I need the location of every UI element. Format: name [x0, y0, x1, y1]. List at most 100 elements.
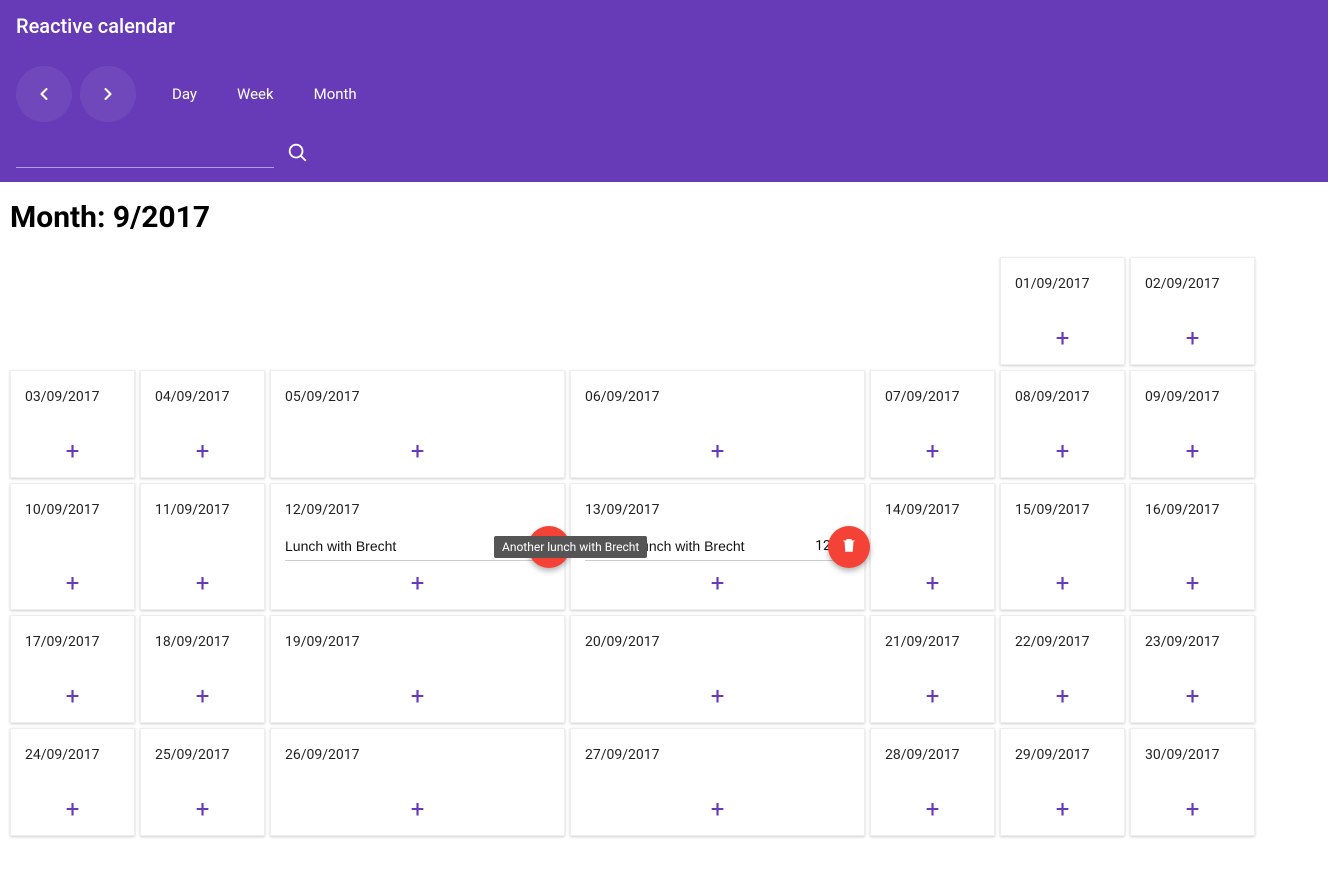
search-icon[interactable] [286, 141, 308, 167]
calendar-day-date: 12/09/2017 [285, 502, 550, 518]
plus-icon: + [926, 682, 940, 710]
calendar-day-date: 19/09/2017 [285, 634, 550, 650]
add-event-row: + [1015, 571, 1110, 595]
add-event-button[interactable]: + [1056, 684, 1070, 708]
calendar-day-cell: 14/09/2017+ [870, 483, 995, 610]
calendar-day-date: 15/09/2017 [1015, 502, 1110, 518]
add-event-row: + [1145, 326, 1240, 350]
plus-icon: + [1056, 437, 1070, 465]
plus-icon: + [411, 437, 425, 465]
add-event-button[interactable]: + [196, 684, 210, 708]
add-event-button[interactable]: + [1056, 797, 1070, 821]
add-event-button[interactable]: + [66, 571, 80, 595]
event-title-input[interactable] [285, 538, 528, 554]
calendar-day-cell: 07/09/2017+ [870, 370, 995, 478]
calendar-day-cell: 24/09/2017 + [10, 728, 135, 836]
next-button[interactable] [80, 66, 136, 122]
calendar-day-cell: 16/09/2017+ [1130, 483, 1255, 610]
add-event-button[interactable]: + [196, 797, 210, 821]
add-event-button[interactable]: + [411, 571, 425, 595]
calendar-day-cell: 19/09/2017 + [270, 615, 565, 723]
add-event-button[interactable]: + [1186, 326, 1200, 350]
add-event-button[interactable]: + [1186, 439, 1200, 463]
plus-icon: + [711, 437, 725, 465]
page-title: Month: 9/2017 [10, 200, 1318, 235]
calendar-day-date: 09/09/2017 [1145, 389, 1240, 405]
add-event-button[interactable]: + [711, 684, 725, 708]
calendar-day-date: 21/09/2017 [885, 634, 980, 650]
add-event-button[interactable]: + [196, 439, 210, 463]
tab-month[interactable]: Month [314, 85, 357, 103]
calendar-day-cell: 15/09/2017 + [1000, 483, 1125, 610]
calendar-day-cell: 11/09/2017 + [140, 483, 265, 610]
calendar-day-cell: 26/09/2017 + [270, 728, 565, 836]
calendar-day-cell: 20/09/2017 + [570, 615, 865, 723]
calendar-day-date: 10/09/2017 [25, 502, 120, 518]
plus-icon: + [196, 795, 210, 823]
calendar-day-cell: 01/09/2017+ [1000, 257, 1125, 365]
add-event-button[interactable]: + [66, 439, 80, 463]
add-event-button[interactable]: + [711, 571, 725, 595]
calendar-day-date: 24/09/2017 [25, 747, 120, 763]
add-event-button[interactable]: + [711, 797, 725, 821]
prev-button[interactable] [16, 66, 72, 122]
add-event-button[interactable]: + [711, 439, 725, 463]
toolbar: Day Week Month [16, 66, 1312, 122]
add-event-button[interactable]: + [1186, 797, 1200, 821]
add-event-button[interactable]: + [66, 684, 80, 708]
calendar-day-date: 26/09/2017 [285, 747, 550, 763]
add-event-button[interactable]: + [926, 797, 940, 821]
add-event-row: + [285, 439, 550, 463]
add-event-button[interactable]: + [411, 439, 425, 463]
event-row: 12Another lunch with Brecht [285, 534, 550, 561]
chevron-left-icon [34, 84, 54, 104]
add-event-row: + [1015, 439, 1110, 463]
add-event-button[interactable]: + [926, 571, 940, 595]
add-event-row: + [155, 684, 250, 708]
add-event-button[interactable]: + [1056, 571, 1070, 595]
calendar-day-cell: 25/09/2017+ [140, 728, 265, 836]
plus-icon: + [711, 569, 725, 597]
plus-icon: + [926, 437, 940, 465]
calendar-day-date: 18/09/2017 [155, 634, 250, 650]
calendar-empty-cell [140, 257, 265, 365]
add-event-button[interactable]: + [1186, 684, 1200, 708]
add-event-button[interactable]: + [926, 684, 940, 708]
calendar-day-cell: 10/09/2017 + [10, 483, 135, 610]
calendar-day-date: 28/09/2017 [885, 747, 980, 763]
add-event-row: + [1015, 797, 1110, 821]
add-event-button[interactable]: + [411, 797, 425, 821]
calendar-day-cell: 21/09/2017 + [870, 615, 995, 723]
add-event-button[interactable]: + [1056, 326, 1070, 350]
plus-icon: + [1056, 324, 1070, 352]
calendar-day-date: 05/09/2017 [285, 389, 550, 405]
tab-week[interactable]: Week [237, 85, 274, 103]
add-event-button[interactable]: + [1056, 439, 1070, 463]
search-input[interactable] [16, 140, 274, 168]
add-event-button[interactable]: + [66, 797, 80, 821]
plus-icon: + [1056, 682, 1070, 710]
delete-event-button[interactable] [828, 526, 870, 568]
calendar-day-date: 29/09/2017 [1015, 747, 1110, 763]
add-event-row: + [285, 797, 550, 821]
add-event-button[interactable]: + [926, 439, 940, 463]
add-event-row: + [1145, 439, 1240, 463]
plus-icon: + [66, 795, 80, 823]
tab-day[interactable]: Day [172, 85, 197, 103]
calendar-day-date: 04/09/2017 [155, 389, 250, 405]
calendar-empty-cell [10, 257, 135, 365]
add-event-button[interactable]: + [196, 571, 210, 595]
calendar-day-date: 20/09/2017 [585, 634, 850, 650]
calendar-empty-cell [270, 257, 565, 365]
calendar-day-date: 11/09/2017 [155, 502, 250, 518]
calendar-day-date: 02/09/2017 [1145, 276, 1240, 292]
calendar-day-cell: 17/09/2017+ [10, 615, 135, 723]
add-event-button[interactable]: + [1186, 571, 1200, 595]
calendar-day-date: 22/09/2017 [1015, 634, 1110, 650]
add-event-button[interactable]: + [411, 684, 425, 708]
plus-icon: + [711, 795, 725, 823]
plus-icon: + [411, 682, 425, 710]
search-row [16, 140, 1312, 168]
plus-icon: + [1186, 569, 1200, 597]
add-event-row: + [25, 684, 120, 708]
